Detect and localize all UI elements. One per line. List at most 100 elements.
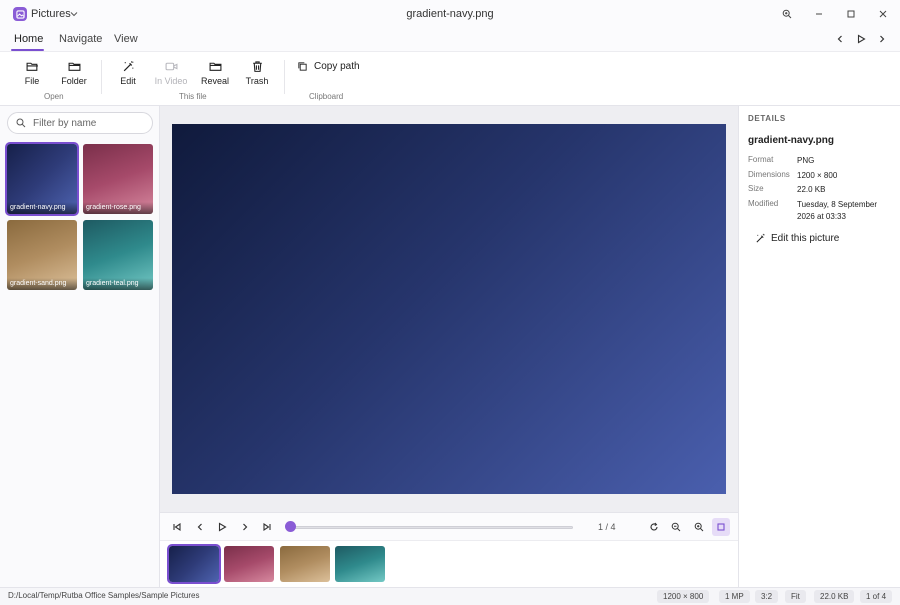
details-value: 1200 × 800 <box>797 171 838 180</box>
details-key: Modified <box>748 199 779 208</box>
zoom-button[interactable] <box>779 6 795 22</box>
thumbnail-label: gradient-navy.png <box>7 202 77 214</box>
details-heading: DETAILS <box>748 114 786 123</box>
fit-square-icon <box>717 523 725 531</box>
zoom-in-icon <box>694 522 704 532</box>
thumbnail-label: gradient-rose.png <box>83 202 153 214</box>
folder-open-icon <box>26 62 38 71</box>
chevron-right-icon <box>880 35 885 43</box>
last-button[interactable] <box>260 520 274 534</box>
sidebar: gradient-navy.png gradient-rose.png grad… <box>0 106 160 587</box>
next-image-button[interactable] <box>238 520 252 534</box>
zoom-in-button[interactable] <box>692 520 706 534</box>
thumbnail-gradient-sand[interactable]: gradient-sand.png <box>7 220 77 290</box>
image-viewer <box>160 106 738 512</box>
minimize-button[interactable] <box>811 6 827 22</box>
copy-path-button[interactable]: Copy path <box>297 61 360 72</box>
reveal-button[interactable]: Reveal <box>195 60 235 86</box>
rotate-icon <box>650 522 658 531</box>
ribbon-separator <box>284 60 285 94</box>
play-button[interactable] <box>215 520 229 534</box>
scrub-track[interactable] <box>291 526 573 529</box>
modified-time: 2026 at 03:33 <box>797 212 846 221</box>
skip-last-icon <box>263 522 271 532</box>
trash-button[interactable]: Trash <box>237 60 277 86</box>
filter-box[interactable] <box>7 112 153 134</box>
filmstrip-item-navy[interactable] <box>167 544 221 584</box>
details-key: Dimensions <box>748 170 790 179</box>
title-bar: Pictures gradient-navy.png <box>0 0 900 28</box>
close-icon <box>879 10 887 18</box>
edit-label: Edit <box>120 76 136 86</box>
play-icon <box>218 522 227 532</box>
playback-controls: 1 / 4 <box>160 512 738 540</box>
picture-icon <box>15 9 25 19</box>
details-panel: DETAILS gradient-navy.png Format PNG Dim… <box>738 106 900 587</box>
details-value: 22.0 KB <box>797 185 826 194</box>
copy-path-label: Copy path <box>314 61 360 72</box>
tab-home[interactable]: Home <box>14 33 43 45</box>
in-video-button[interactable]: In Video <box>151 60 191 86</box>
scrub-handle[interactable] <box>285 521 296 532</box>
details-value: PNG <box>797 156 815 165</box>
status-megapixels: 1 MP <box>719 590 750 603</box>
window-title: gradient-navy.png <box>406 8 494 20</box>
status-bar: D:/Local/Temp/Rutba Office Samples/Sampl… <box>0 587 900 605</box>
close-button[interactable] <box>875 6 891 22</box>
group-open-label: Open <box>44 92 64 101</box>
group-this-file-label: This file <box>179 92 207 101</box>
minimize-icon <box>816 13 822 15</box>
thumbnail-gradient-navy[interactable]: gradient-navy.png <box>5 142 79 216</box>
status-aspect: 3:2 <box>755 590 779 603</box>
in-video-label: In Video <box>154 76 188 86</box>
previous-button[interactable] <box>833 32 847 46</box>
zoom-in-icon <box>782 9 792 19</box>
fit-button[interactable] <box>712 518 730 536</box>
edit-picture-link[interactable]: Edit this picture <box>755 233 839 244</box>
thumbnail-label: gradient-teal.png <box>83 278 153 290</box>
main-image[interactable] <box>172 124 726 494</box>
filmstrip-item-teal[interactable] <box>335 546 385 582</box>
filmstrip-item-rose[interactable] <box>224 546 274 582</box>
tab-navigate[interactable]: Navigate <box>59 33 102 45</box>
filter-input[interactable] <box>33 117 143 129</box>
app-name[interactable]: Pictures <box>31 8 71 20</box>
status-position: 1 of 4 <box>860 590 893 603</box>
group-clipboard-label: Clipboard <box>309 92 344 101</box>
slideshow-button[interactable] <box>854 32 868 46</box>
edit-picture-label: Edit this picture <box>771 233 840 244</box>
maximize-button[interactable] <box>843 6 859 22</box>
thumbnail-gradient-rose[interactable]: gradient-rose.png <box>83 144 153 214</box>
prev-image-button[interactable] <box>193 520 207 534</box>
zoom-out-button[interactable] <box>669 520 683 534</box>
folder-icon <box>209 62 221 71</box>
open-folder-label: Folder <box>61 76 87 86</box>
ribbon-separator <box>101 60 102 94</box>
magic-wand-icon <box>756 233 765 243</box>
reveal-label: Reveal <box>200 76 229 86</box>
status-dimensions: 1200 × 800 <box>657 590 710 603</box>
next-button[interactable] <box>875 32 889 46</box>
zoom-out-icon <box>671 522 681 532</box>
first-button[interactable] <box>170 520 184 534</box>
edit-button[interactable]: Edit <box>108 60 148 86</box>
details-value: Tuesday, 8 September 2026 at 03:33 <box>797 199 897 223</box>
open-file-button[interactable]: File <box>12 60 52 86</box>
filmstrip-item-sand[interactable] <box>280 546 330 582</box>
thumbnail-gradient-teal[interactable]: gradient-teal.png <box>83 220 153 290</box>
modified-date: Tuesday, 8 September <box>797 200 878 209</box>
copy-icon <box>298 62 307 71</box>
filmstrip <box>160 540 738 587</box>
play-icon <box>857 34 866 44</box>
chevron-down-icon[interactable] <box>69 9 79 19</box>
chevron-left-icon <box>197 523 202 531</box>
details-key: Size <box>748 184 764 193</box>
open-folder-button[interactable]: Folder <box>54 60 94 86</box>
rotate-button[interactable] <box>647 520 661 534</box>
folder-icon <box>68 62 80 71</box>
tab-view[interactable]: View <box>114 33 138 45</box>
status-path: D:/Local/Temp/Rutba Office Samples/Sampl… <box>8 591 200 600</box>
thumbnail-label: gradient-sand.png <box>7 278 77 290</box>
details-filename: gradient-navy.png <box>748 135 834 146</box>
maximize-icon <box>847 10 855 18</box>
